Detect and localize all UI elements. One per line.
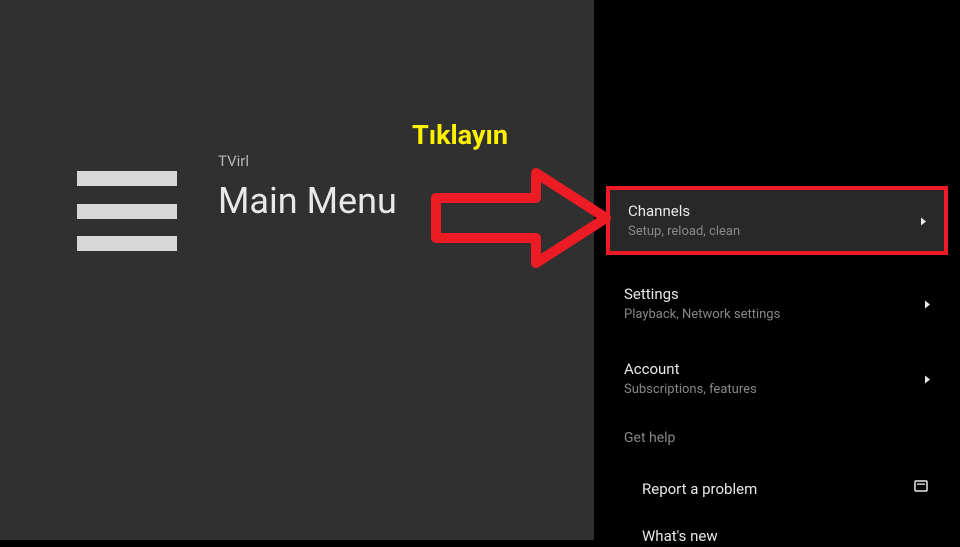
left-panel: TVirl Main Menu [0,0,594,540]
page-title: Main Menu [218,180,397,222]
menu-item-report-problem[interactable]: Report a problem [624,478,942,500]
menu-item-subtitle: Playback, Network settings [624,307,930,322]
menu-item-settings[interactable]: Settings Playback, Network settings [606,273,948,334]
right-panel: Channels Setup, reload, clean Settings P… [594,0,960,540]
app-name: TVirl [218,152,249,170]
chevron-right-icon [924,369,932,388]
menu-item-subtitle: Setup, reload, clean [628,224,926,239]
hamburger-line [77,171,177,186]
hamburger-icon[interactable] [77,171,177,251]
sub-item-label: What's new [642,527,718,545]
menu-item-account[interactable]: Account Subscriptions, features [606,348,948,409]
sub-item-label: Report a problem [642,480,757,498]
section-header-help: Get help [624,430,675,446]
menu-item-whats-new[interactable]: What's new [624,525,942,547]
menu-item-title: Settings [624,285,930,303]
chevron-right-icon [924,294,932,313]
menu-item-subtitle: Subscriptions, features [624,382,930,397]
hamburger-line [77,204,177,219]
chevron-right-icon [920,211,928,230]
menu-item-channels[interactable]: Channels Setup, reload, clean [606,186,948,255]
menu-item-title: Account [624,360,930,378]
hamburger-line [77,236,177,251]
menu-item-title: Channels [628,202,926,220]
feedback-icon [914,480,928,498]
annotation-label: Tıklayın [412,119,508,151]
